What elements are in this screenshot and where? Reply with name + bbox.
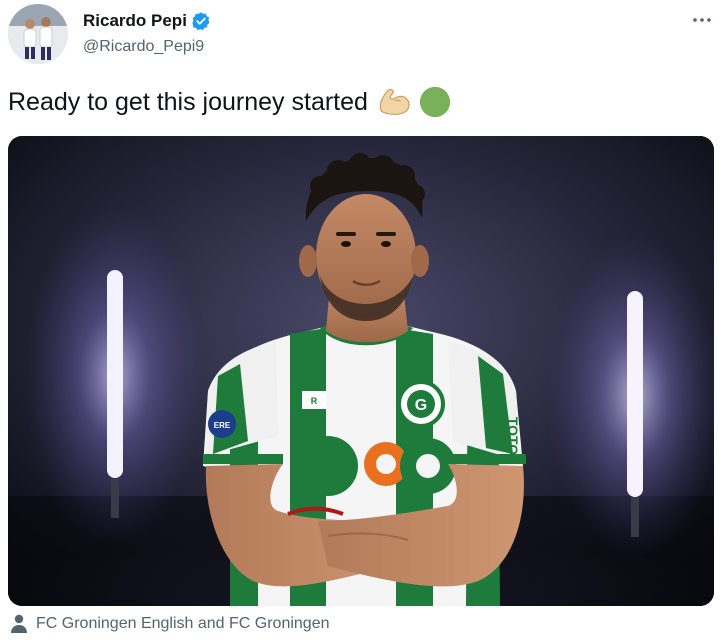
person-icon [10, 614, 28, 634]
author-names: Ricardo Pepi @Ricardo_Pepi9 [83, 10, 211, 56]
display-name-row: Ricardo Pepi [83, 10, 211, 32]
tweet-card: Ricardo Pepi @Ricardo_Pepi9 Ready to get… [0, 0, 722, 640]
svg-text:ERE: ERE [214, 421, 231, 430]
tweet-header: Ricardo Pepi @Ricardo_Pepi9 [8, 4, 714, 64]
shirt-sponsor-text: TOTO [505, 417, 521, 455]
green-circle-emoji-icon [418, 85, 452, 119]
tweet-body: Ready to get this journey started [8, 84, 452, 120]
avatar[interactable] [8, 4, 68, 64]
author-handle[interactable]: @Ricardo_Pepi9 [83, 38, 211, 56]
verified-badge-icon [191, 11, 211, 31]
more-options-icon[interactable] [690, 8, 714, 32]
tweet-text: Ready to get this journey started [8, 88, 368, 116]
tagged-users-text[interactable]: FC Groningen English and FC Groningen [36, 615, 330, 633]
display-name[interactable]: Ricardo Pepi [83, 11, 187, 31]
svg-text:G: G [415, 397, 427, 414]
flexed-biceps-emoji-icon [376, 85, 410, 119]
tweet-photo[interactable]: G R ERE TOTO [8, 136, 714, 606]
tagged-users[interactable]: FC Groningen English and FC Groningen [10, 614, 330, 634]
svg-text:R: R [311, 396, 318, 406]
